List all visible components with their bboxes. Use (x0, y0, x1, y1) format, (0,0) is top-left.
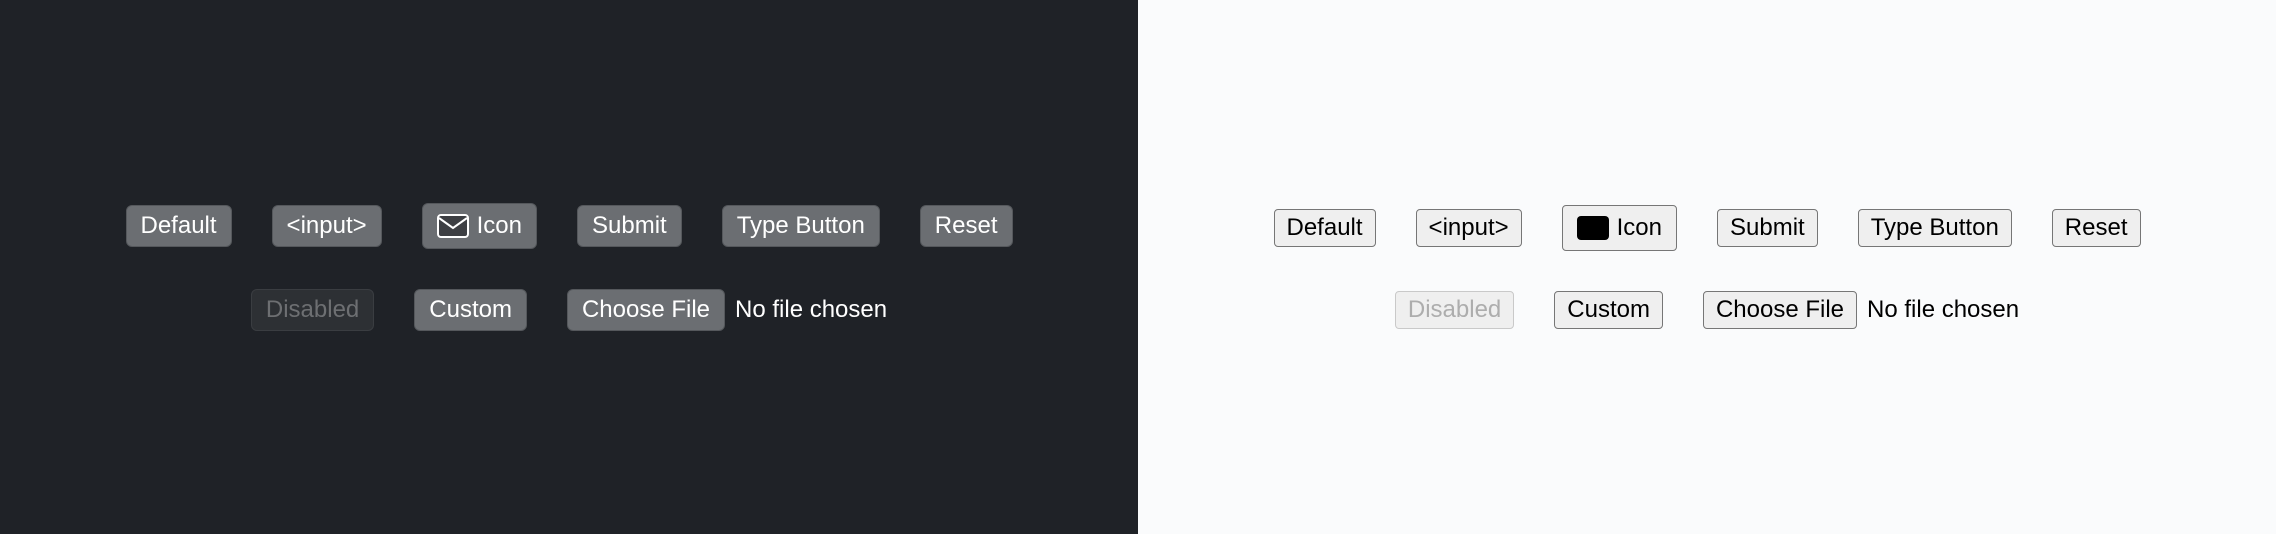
reset-button[interactable]: Reset (920, 205, 1013, 247)
light-row-2: Disabled Custom Choose File No file chos… (1395, 291, 2019, 329)
choose-file-button[interactable]: Choose File (1703, 291, 1857, 329)
custom-button[interactable]: Custom (414, 289, 527, 331)
type-button[interactable]: Type Button (1858, 209, 2012, 247)
icon-button[interactable]: Icon (422, 203, 537, 249)
dark-panel: Default Icon Submit Type Button Reset Di… (0, 0, 1138, 534)
filled-rect-icon (1577, 216, 1609, 240)
dark-row-1: Default Icon Submit Type Button Reset (126, 203, 1013, 249)
submit-button[interactable]: Submit (1717, 209, 1818, 247)
input-button[interactable] (1416, 209, 1522, 247)
envelope-icon (437, 214, 469, 238)
disabled-button: Disabled (1395, 291, 1514, 329)
disabled-button: Disabled (251, 289, 374, 331)
default-button[interactable]: Default (126, 205, 232, 247)
choose-file-button[interactable]: Choose File (567, 289, 725, 331)
file-input[interactable]: Choose File No file chosen (1703, 291, 2019, 329)
dark-row-2: Disabled Custom Choose File No file chos… (251, 289, 887, 331)
file-status-text: No file chosen (1867, 296, 2019, 324)
light-row-1: Default Icon Submit Type Button Reset (1274, 205, 2141, 251)
reset-button[interactable]: Reset (2052, 209, 2141, 247)
default-button[interactable]: Default (1274, 209, 1376, 247)
type-button[interactable]: Type Button (722, 205, 880, 247)
submit-button[interactable]: Submit (577, 205, 682, 247)
icon-button[interactable]: Icon (1562, 205, 1677, 251)
icon-button-label: Icon (477, 212, 522, 240)
custom-button[interactable]: Custom (1554, 291, 1663, 329)
file-input[interactable]: Choose File No file chosen (567, 289, 887, 331)
file-status-text: No file chosen (735, 296, 887, 324)
icon-button-label: Icon (1617, 214, 1662, 242)
input-button[interactable] (272, 205, 382, 247)
light-panel: Default Icon Submit Type Button Reset Di… (1138, 0, 2276, 534)
